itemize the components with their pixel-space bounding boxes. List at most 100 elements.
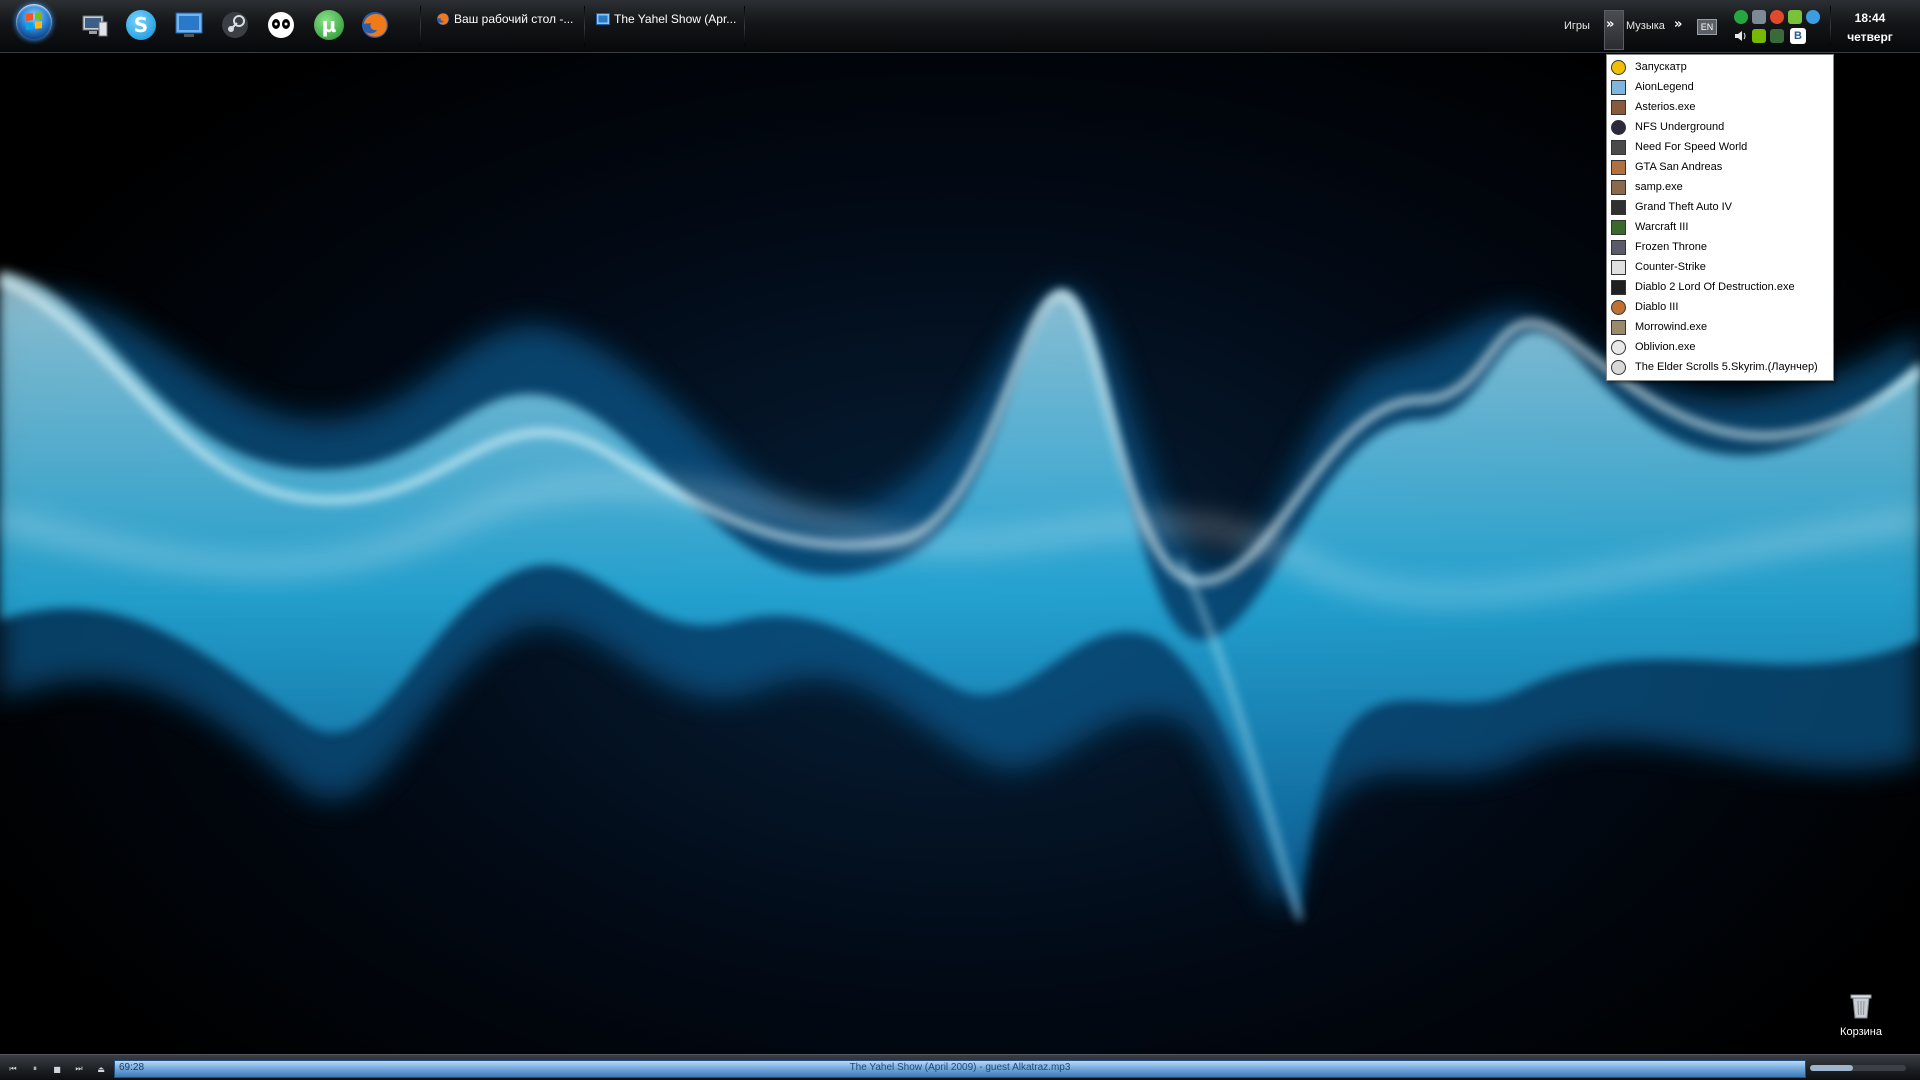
menu-item-nfs-world[interactable]: Need For Speed World <box>1607 137 1833 157</box>
menu-item-label: Oblivion.exe <box>1635 341 1696 353</box>
toolbar-games-label[interactable]: Игры <box>1564 20 1590 32</box>
language-indicator[interactable]: EN <box>1697 19 1717 35</box>
desktop: S µ Ваш рабочий стол -... The Yahel Show… <box>0 0 1920 1080</box>
taskbar-separator <box>420 6 421 46</box>
menu-item-label: Grand Theft Auto IV <box>1635 201 1733 213</box>
menu-item-morrowind[interactable]: Morrowind.exe <box>1607 317 1833 337</box>
firefox-icon[interactable] <box>358 8 392 42</box>
menu-item-label: Frozen Throne <box>1635 241 1707 253</box>
start-button[interactable] <box>16 4 52 40</box>
taskbar-separator <box>744 6 745 46</box>
menu-item-aionlegend[interactable]: AionLegend <box>1607 77 1833 97</box>
network-icon[interactable] <box>1752 10 1766 24</box>
diablo-iii-icon <box>1611 299 1626 315</box>
nfs-underground-icon <box>1611 119 1626 135</box>
menu-item-label: Morrowind.exe <box>1635 321 1708 333</box>
launcher-icon <box>1611 59 1626 75</box>
eject-icon[interactable]: ⏏ <box>94 1063 108 1075</box>
skyrim-icon <box>1611 359 1626 375</box>
stop-icon[interactable]: ■ <box>50 1063 64 1075</box>
recycle-bin-icon <box>1850 994 1872 1019</box>
menu-item-skyrim[interactable]: The Elder Scrolls 5.Skyrim.(Лаунчер) <box>1607 357 1833 377</box>
panda-icon[interactable] <box>264 8 298 42</box>
task-button-firefox[interactable]: Ваш рабочий стол -... <box>436 6 582 32</box>
menu-item-oblivion[interactable]: Oblivion.exe <box>1607 337 1833 357</box>
chevron-right-icon[interactable]: » <box>1674 17 1682 32</box>
utorrent-glyph: µ <box>314 10 344 40</box>
counter-strike-icon <box>1611 259 1626 275</box>
taskbar: S µ Ваш рабочий стол -... The Yahel Show… <box>0 0 1920 53</box>
taskbar-separator <box>584 6 585 46</box>
next-icon[interactable]: ⏭ <box>72 1063 86 1075</box>
media-player-icon <box>596 13 610 25</box>
menu-item-launcher[interactable]: Запускатр <box>1607 57 1833 77</box>
volume-icon[interactable] <box>1734 29 1748 43</box>
recycle-bin-label: Корзина <box>1840 1026 1882 1038</box>
skype-glyph: S <box>126 10 156 40</box>
games-menu: Запускатр AionLegend Asterios.exe NFS Un… <box>1606 54 1834 381</box>
menu-item-label: Asterios.exe <box>1635 101 1696 113</box>
menu-item-label: GTA San Andreas <box>1635 161 1723 173</box>
menu-item-label: Diablo III <box>1635 301 1679 313</box>
menu-item-label: The Elder Scrolls 5.Skyrim.(Лаунчер) <box>1635 361 1818 373</box>
menu-item-label: NFS Underground <box>1635 121 1725 133</box>
menu-item-warcraft-iii[interactable]: Warcraft III <box>1607 217 1833 237</box>
messenger-icon[interactable] <box>1806 10 1820 24</box>
update-icon[interactable] <box>1788 10 1802 24</box>
menu-item-label: Запускатр <box>1635 61 1687 73</box>
frozen-throne-icon <box>1611 239 1626 255</box>
nfs-world-icon <box>1611 139 1626 155</box>
menu-item-asterios[interactable]: Asterios.exe <box>1607 97 1833 117</box>
whatsapp-icon[interactable] <box>1734 10 1748 24</box>
taskbar-separator <box>1830 6 1831 46</box>
task-button-label: Ваш рабочий стол -... <box>454 12 574 26</box>
menu-item-nfs-underground[interactable]: NFS Underground <box>1607 117 1833 137</box>
menu-item-label: Warcraft III <box>1635 221 1689 233</box>
firefox-icon <box>437 13 449 25</box>
warcraft-iii-icon <box>1611 219 1626 235</box>
task-button-label: The Yahel Show (Apr... <box>614 12 737 26</box>
windows-logo-icon <box>26 12 42 30</box>
steam-icon[interactable] <box>218 8 252 42</box>
oblivion-icon <box>1611 339 1626 355</box>
menu-item-diablo-2[interactable]: Diablo 2 Lord Of Destruction.exe <box>1607 277 1833 297</box>
morrowind-icon <box>1611 319 1626 335</box>
clock-time[interactable]: 18:44 <box>1850 11 1890 25</box>
gta-san-andreas-icon <box>1611 159 1626 175</box>
recycle-bin[interactable]: Корзина <box>1826 990 1896 1038</box>
menu-item-label: samp.exe <box>1635 181 1683 193</box>
antivirus-icon[interactable] <box>1770 10 1784 24</box>
samp-icon <box>1611 179 1626 195</box>
task-button-media-player[interactable]: The Yahel Show (Apr... <box>596 6 742 32</box>
skype-icon[interactable]: S <box>124 8 158 42</box>
my-computer-icon[interactable] <box>78 8 112 42</box>
track-progress-bar[interactable]: 69:28 The Yahel Show (April 2009) - gues… <box>114 1060 1806 1078</box>
previous-icon[interactable]: ⏮ <box>6 1063 20 1075</box>
menu-item-diablo-iii[interactable]: Diablo III <box>1607 297 1833 317</box>
volume-slider-fill <box>1810 1065 1854 1071</box>
aion-icon <box>1611 79 1626 95</box>
mail-ru-agent-icon[interactable] <box>172 8 206 42</box>
diablo-2-icon <box>1611 279 1626 295</box>
asterios-icon <box>1611 99 1626 115</box>
vk-icon[interactable]: B <box>1790 28 1806 44</box>
pause-icon[interactable]: ⏸ <box>28 1063 42 1075</box>
menu-item-gta-iv[interactable]: Grand Theft Auto IV <box>1607 197 1833 217</box>
clock-day[interactable]: четверг <box>1838 30 1902 44</box>
network-status-icon[interactable] <box>1770 29 1784 43</box>
menu-item-label: AionLegend <box>1635 81 1694 93</box>
nvidia-icon[interactable] <box>1752 29 1766 43</box>
utorrent-icon[interactable]: µ <box>312 8 346 42</box>
gta-iv-icon <box>1611 199 1626 215</box>
menu-item-label: Counter-Strike <box>1635 261 1706 273</box>
menu-item-label: Need For Speed World <box>1635 141 1748 153</box>
menu-item-counter-strike[interactable]: Counter-Strike <box>1607 257 1833 277</box>
menu-item-frozen-throne[interactable]: Frozen Throne <box>1607 237 1833 257</box>
toolbar-music-label[interactable]: Музыка <box>1626 20 1665 32</box>
media-player-bar: ⏮ ⏸ ■ ⏭ ⏏ 69:28 The Yahel Show (April 20… <box>0 1054 1920 1080</box>
menu-item-gta-san-andreas[interactable]: GTA San Andreas <box>1607 157 1833 177</box>
volume-slider[interactable] <box>1810 1065 1906 1071</box>
chevron-right-icon[interactable]: » <box>1606 17 1614 32</box>
menu-item-label: Diablo 2 Lord Of Destruction.exe <box>1635 281 1795 293</box>
menu-item-samp[interactable]: samp.exe <box>1607 177 1833 197</box>
